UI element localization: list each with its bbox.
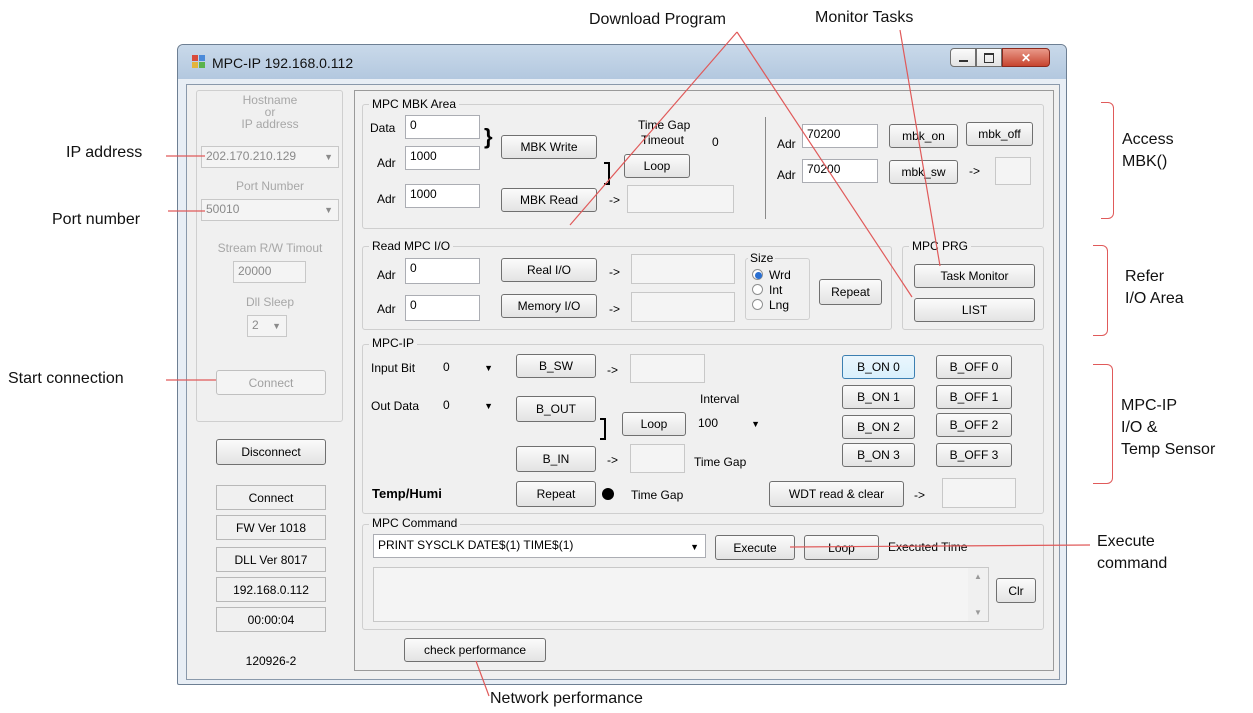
mpcip-bracket xyxy=(1093,364,1113,484)
annotation-lines xyxy=(166,29,1091,697)
annotation-refer-io-1: Refer xyxy=(1125,268,1165,285)
annotation-mpcip-io-1: MPC-IP xyxy=(1121,397,1177,414)
io-bracket xyxy=(1093,245,1108,336)
annotation-access-mbk-1: Access xyxy=(1122,131,1174,148)
annotation-monitor-tasks: Monitor Tasks xyxy=(815,9,914,26)
annotation-connectors xyxy=(166,29,1091,697)
annotation-port-number: Port number xyxy=(52,211,141,228)
annotation-network-performance: Network performance xyxy=(490,690,643,707)
annotation-mpcip-io-3: Temp Sensor xyxy=(1121,441,1216,458)
annotation-mpcip-io-2: I/O & xyxy=(1121,419,1158,436)
annotation-execute-command-2: command xyxy=(1097,555,1168,572)
mbk-bracket xyxy=(1101,102,1114,219)
annotation-ip-address: IP address xyxy=(66,144,143,161)
annotation-start-connection: Start connection xyxy=(8,370,124,387)
annotation-access-mbk-2: MBK() xyxy=(1122,153,1168,170)
annotation-refer-io-2: I/O Area xyxy=(1125,290,1184,307)
annotation-download-program: Download Program xyxy=(589,11,726,28)
annotation-execute-command-1: Execute xyxy=(1097,533,1155,550)
